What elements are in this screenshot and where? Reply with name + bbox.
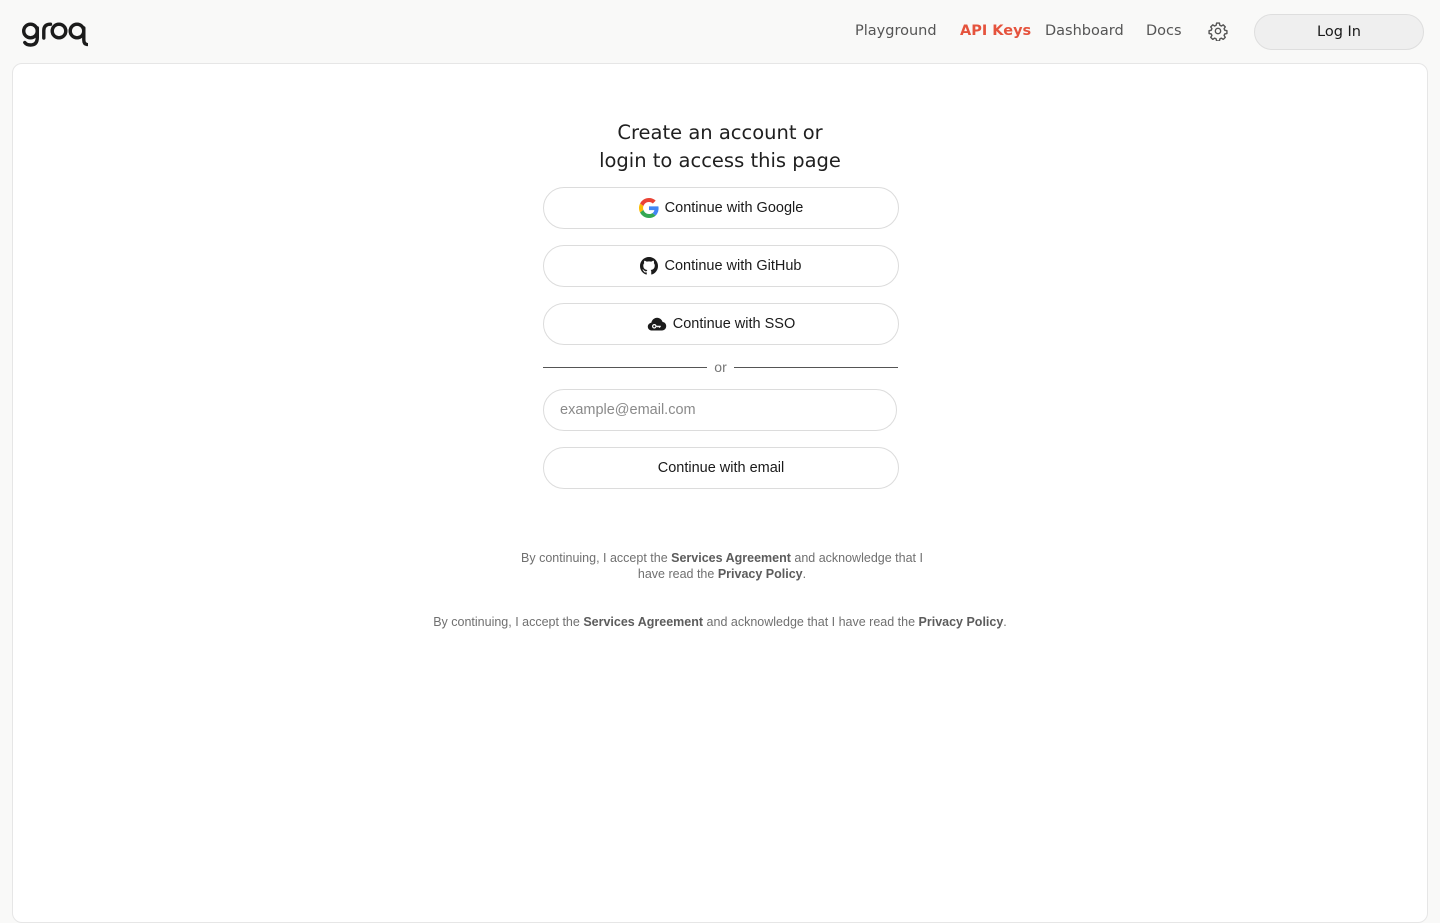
- top-navigation-bar: Playground API Keys Dashboard Docs Log I…: [0, 0, 1440, 62]
- email-button-label: Continue with email: [657, 460, 785, 476]
- services-agreement-link[interactable]: Services Agreement: [671, 551, 791, 565]
- legal-prefix: By continuing, I accept the: [433, 615, 580, 629]
- legal-middle: and acknowledge that I have read the: [706, 615, 916, 629]
- page-title-line-2: login to access this page: [599, 149, 841, 172]
- page-title: Create an account or login to access thi…: [483, 119, 957, 175]
- nav-link-playground[interactable]: Playground: [855, 14, 937, 48]
- nav-link-api-keys[interactable]: API Keys: [960, 14, 1031, 48]
- services-agreement-link[interactable]: Services Agreement: [583, 615, 703, 629]
- continue-with-github-button[interactable]: Continue with GitHub: [543, 245, 899, 287]
- email-input[interactable]: [543, 389, 897, 431]
- main-content-panel: Create an account or login to access thi…: [12, 63, 1428, 923]
- continue-with-email-button[interactable]: Continue with email: [543, 447, 899, 489]
- legal-notice: By continuing, I accept the Services Agr…: [509, 550, 935, 582]
- legal-notice-secondary: By continuing, I accept the Services Agr…: [313, 614, 1127, 630]
- gear-icon: [1208, 21, 1228, 41]
- nav-link-docs[interactable]: Docs: [1146, 14, 1182, 48]
- github-button-label: Continue with GitHub: [664, 258, 802, 274]
- page-title-line-1: Create an account or: [617, 121, 823, 144]
- nav-link-dashboard[interactable]: Dashboard: [1045, 14, 1124, 48]
- legal-prefix: By continuing, I accept the: [521, 551, 668, 565]
- groq-logo[interactable]: [22, 18, 88, 48]
- divider-text: or: [714, 359, 727, 375]
- divider-line-right: [733, 366, 899, 368]
- divider-line-left: [543, 366, 708, 368]
- cloud-key-icon: [647, 316, 667, 332]
- legal-suffix: .: [802, 567, 807, 581]
- or-divider: or: [543, 357, 899, 377]
- privacy-policy-link[interactable]: Privacy Policy: [718, 567, 803, 581]
- settings-button[interactable]: [1206, 19, 1230, 43]
- log-in-button[interactable]: Log In: [1254, 14, 1424, 50]
- privacy-policy-link[interactable]: Privacy Policy: [919, 615, 1004, 629]
- legal-suffix: .: [1003, 615, 1007, 629]
- sso-button-label: Continue with SSO: [672, 316, 796, 332]
- google-icon: [638, 198, 659, 218]
- github-icon: [640, 257, 659, 275]
- continue-with-sso-button[interactable]: Continue with SSO: [543, 303, 899, 345]
- continue-with-google-button[interactable]: Continue with Google: [543, 187, 899, 229]
- google-button-label: Continue with Google: [664, 200, 804, 216]
